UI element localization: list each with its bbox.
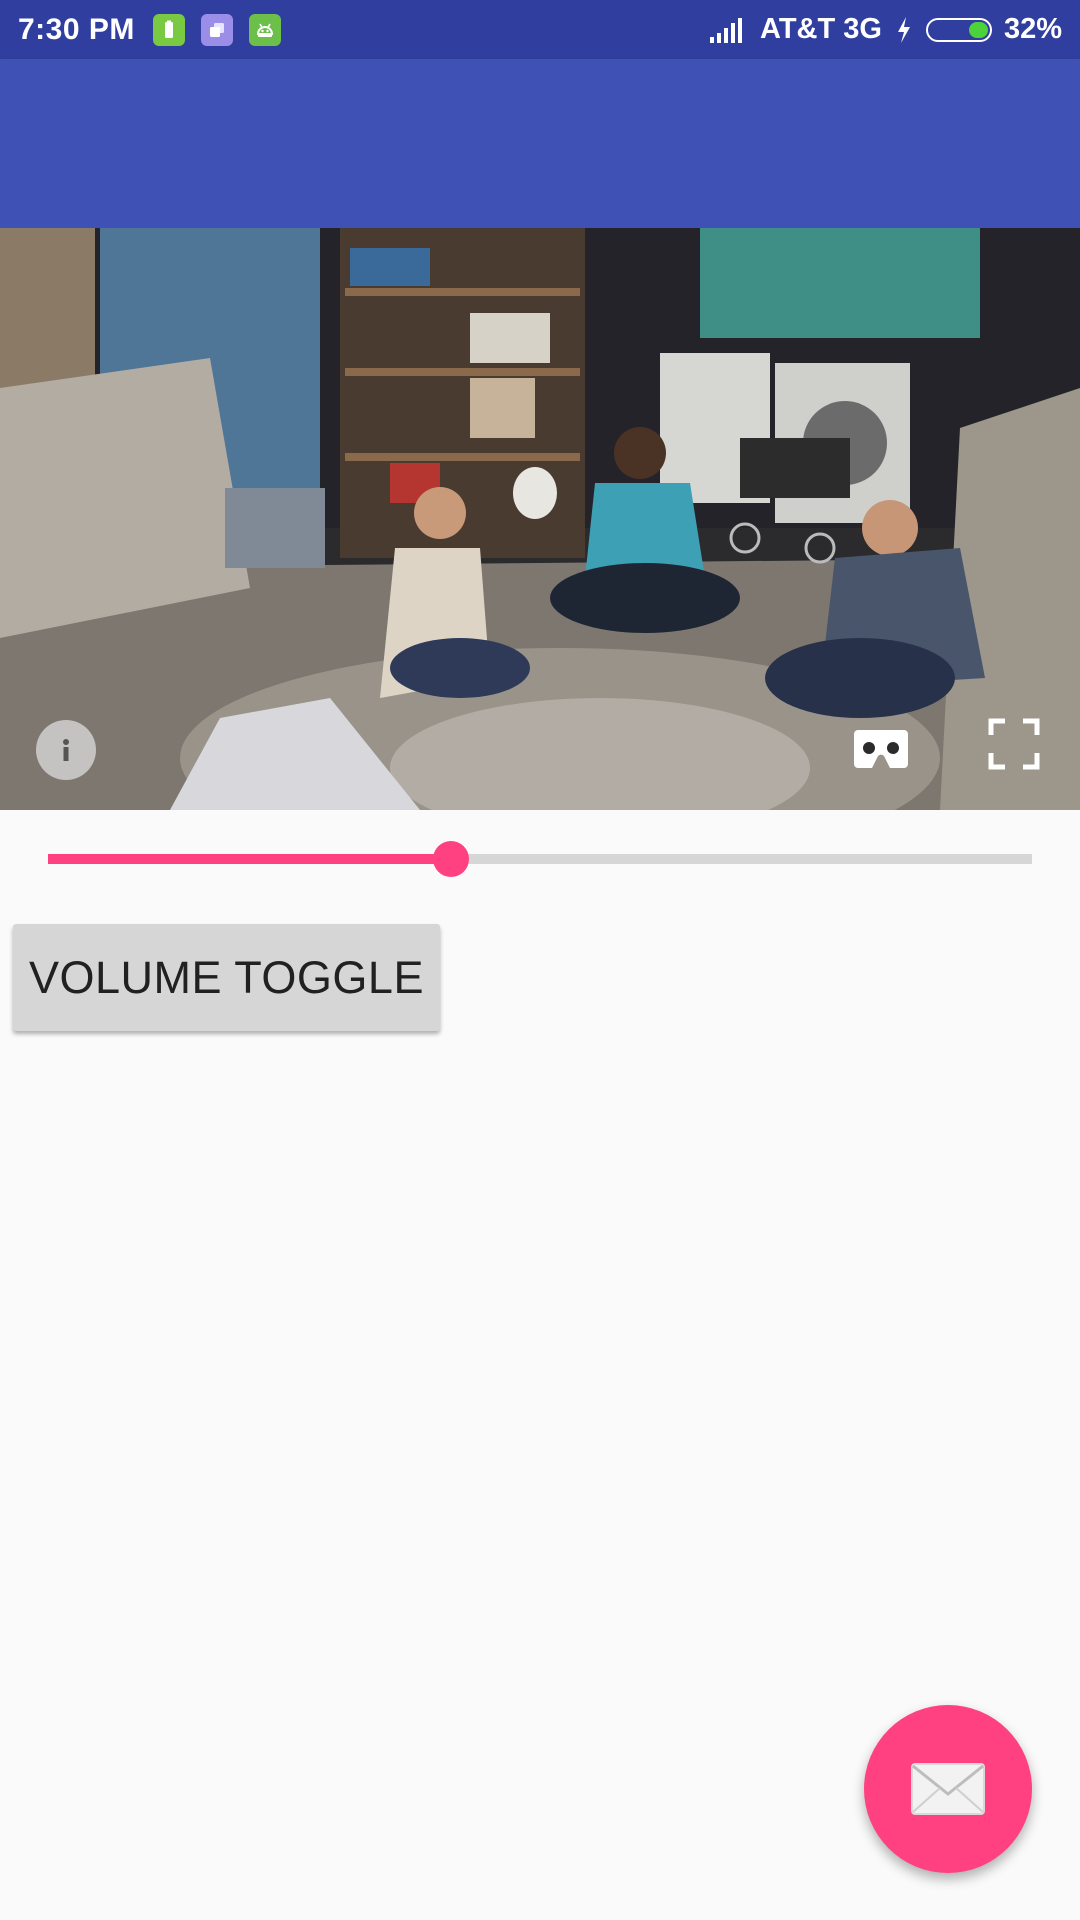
signal-icon [710, 17, 743, 43]
carrier-label: AT&T 3G [760, 13, 882, 45]
fullscreen-icon[interactable] [988, 718, 1040, 770]
battery-percent: 32% [1003, 13, 1062, 45]
seek-thumb[interactable] [433, 841, 470, 877]
battery-icon [925, 17, 992, 42]
cardboard-vr-icon[interactable] [852, 726, 910, 774]
app-bar [0, 59, 1080, 228]
status-time: 7:30 PM [18, 12, 135, 46]
info-icon [63, 739, 69, 761]
status-bar: 7:30 PM AT&T 3G 32% [0, 0, 1080, 59]
volume-toggle-button[interactable]: VOLUME TOGGLE [13, 924, 440, 1031]
battery-app-icon [152, 13, 185, 46]
vr-video-view[interactable] [0, 228, 1080, 810]
seek-progress-fill [48, 854, 452, 864]
battery-level-fill [969, 21, 988, 38]
copy-app-icon [200, 13, 233, 46]
email-fab-button[interactable] [864, 1705, 1032, 1873]
charging-icon [897, 16, 910, 43]
android-app-icon [248, 13, 281, 46]
status-right-group: AT&T 3G 32% [708, 13, 1062, 46]
video-frame-image [0, 228, 1080, 810]
info-button[interactable] [36, 720, 96, 780]
seek-bar[interactable] [48, 838, 1032, 878]
email-icon [911, 1763, 985, 1815]
